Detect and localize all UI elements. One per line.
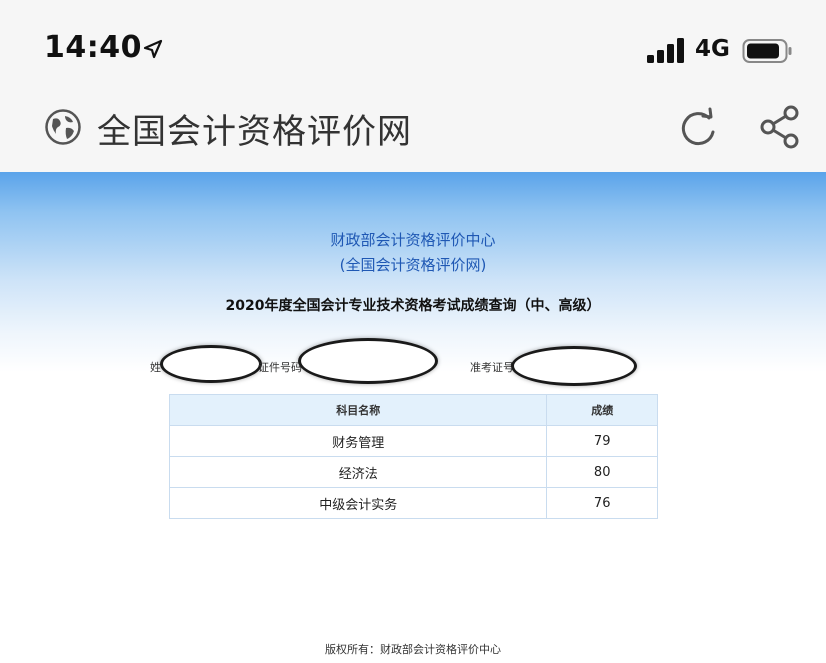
location-arrow-icon <box>143 39 163 59</box>
score-query-page: 财政部会计资格评价中心 (全国会计资格评价网) 2020年度全国会计专业技术资格… <box>0 172 826 663</box>
status-time: 14:40 <box>44 30 142 65</box>
ticket-number-label: 准考证号 <box>470 361 514 374</box>
battery-icon <box>742 39 792 63</box>
score-cell: 80 <box>546 456 658 488</box>
subject-cell: 中级会计实务 <box>168 487 548 519</box>
redacted-name <box>160 345 262 383</box>
score-cell: 76 <box>546 487 658 519</box>
query-title: 2020年度全国会计专业技术资格考试成绩查询（中、高级） <box>225 298 601 314</box>
signal-icon <box>647 38 684 63</box>
id-number-label: 证件号码 <box>258 361 302 374</box>
table-row: 财务管理 79 <box>168 425 658 457</box>
page-title: 全国会计资格评价网 <box>97 112 412 152</box>
table-header-row: 科目名称 成绩 <box>168 394 658 426</box>
redacted-ticket-number <box>511 346 637 386</box>
table-row: 中级会计实务 76 <box>168 487 658 519</box>
header-score: 成绩 <box>546 394 658 426</box>
header-subject: 科目名称 <box>168 394 548 426</box>
score-cell: 79 <box>546 425 658 457</box>
org-subtitle: (全国会计资格评价网) <box>339 256 487 274</box>
footer-copyright: 版权所有：财政部会计资格评价中心 <box>325 643 501 656</box>
subject-cell: 财务管理 <box>168 425 548 457</box>
table-row: 经济法 80 <box>168 456 658 488</box>
status-bar: 14:40 4G <box>0 0 826 92</box>
reload-icon[interactable] <box>676 106 720 150</box>
globe-icon <box>45 109 81 145</box>
share-icon[interactable] <box>758 104 802 150</box>
subject-cell: 经济法 <box>168 456 548 488</box>
score-table: 科目名称 成绩 财务管理 79 经济法 80 中级会计实务 76 <box>168 394 658 519</box>
network-type: 4G <box>695 36 730 62</box>
browser-bar: 全国会计资格评价网 <box>0 92 826 172</box>
org-name: 财政部会计资格评价中心 <box>330 231 496 249</box>
redacted-id-number <box>298 338 438 384</box>
